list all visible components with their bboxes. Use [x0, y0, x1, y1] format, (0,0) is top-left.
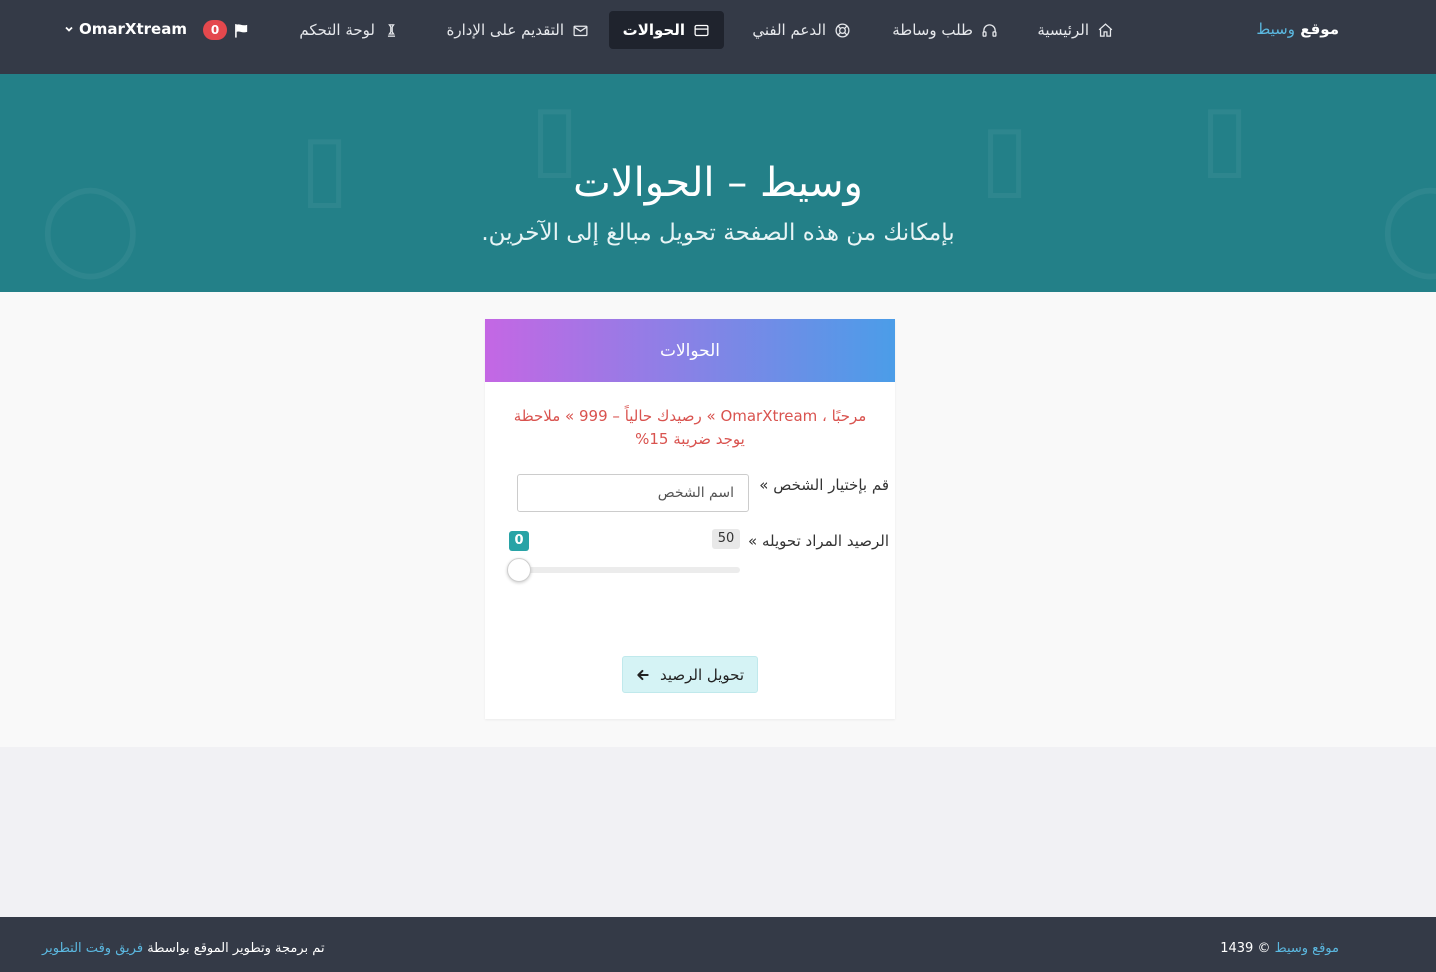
brand-accent: وسيط: [1256, 20, 1295, 38]
card-header: الحوالات: [485, 319, 895, 382]
footer-team-link[interactable]: فريق وقت التطوير: [42, 941, 143, 956]
site-brand[interactable]: موقع وسيط: [1256, 20, 1339, 38]
nav-item-home[interactable]: الرئيسية: [1023, 11, 1128, 49]
person-input[interactable]: [517, 474, 749, 512]
nav-label-mediation: طلب وساطة: [892, 21, 973, 39]
envelope-icon: [573, 25, 588, 36]
footer-copyright: موقع وسيط © 1439: [1220, 941, 1339, 956]
slider-value-badge: 0: [509, 531, 529, 551]
transfer-button-label: تحويل الرصيد: [659, 665, 745, 684]
nav-label-support: الدعم الفني: [752, 21, 826, 39]
nav-label-transfers: الحوالات: [622, 21, 685, 39]
notification-count-badge: 0: [203, 20, 227, 40]
top-navbar: موقع وسيط الرئيسية طلب وساطة الدعم الفني…: [0, 0, 1436, 74]
credit-card-icon: [694, 24, 709, 36]
amount-slider-thumb[interactable]: [507, 558, 531, 582]
hero-banner: ◯ ▯ ▯ ▯ ▯ ◯ وسيط – الحوالات بإمكانك من ه…: [0, 74, 1436, 292]
headset-icon: [982, 23, 997, 37]
person-label: قم بإختيار الشخص »: [759, 476, 889, 494]
chevron-down-icon: [65, 26, 73, 32]
footer-credits-text: تم برمجة وتطوير الموقع بواسطة: [147, 941, 325, 956]
amount-label: الرصيد المراد تحويله »: [748, 532, 889, 550]
transfer-button[interactable]: تحويل الرصيد: [622, 656, 758, 693]
brand-main: موقع: [1300, 20, 1339, 38]
username: OmarXtream: [79, 20, 187, 38]
balance-notice: مرحبًا ، OmarXtream » رصيدك حالياً – 999…: [513, 407, 867, 448]
footer-year: © 1439: [1220, 941, 1271, 956]
home-icon: [1098, 22, 1113, 37]
nav-item-admin-apply[interactable]: التقديم على الإدارة: [432, 11, 603, 49]
slider-max-badge: 50: [712, 529, 740, 549]
nav-label-admin-apply: التقديم على الإدارة: [446, 21, 564, 39]
nav-item-mediation-request[interactable]: طلب وساطة: [878, 11, 1012, 49]
main-content: الحوالات مرحبًا ، OmarXtream » رصيدك حال…: [0, 292, 1436, 747]
page-footer: موقع وسيط © 1439 تم برمجة وتطوير الموقع …: [0, 917, 1436, 972]
notifications[interactable]: 0: [203, 20, 250, 40]
amount-slider-track[interactable]: [509, 567, 740, 573]
page-subtitle: بإمكانك من هذه الصفحة تحويل مبالغ إلى ال…: [481, 220, 955, 246]
nav-label-dashboard: لوحة التحكم: [299, 21, 375, 39]
chess-icon: [387, 23, 396, 37]
flag-icon: [235, 23, 248, 38]
nav-item-dashboard[interactable]: لوحة التحكم: [285, 11, 414, 49]
card-title: الحوالات: [659, 340, 721, 361]
user-menu[interactable]: OmarXtream: [64, 20, 187, 38]
transfer-card: الحوالات مرحبًا ، OmarXtream » رصيدك حال…: [485, 319, 895, 719]
nav-item-transfers[interactable]: الحوالات: [608, 11, 724, 49]
footer-credits: تم برمجة وتطوير الموقع بواسطة فريق وقت ا…: [42, 941, 325, 956]
footer-site-link[interactable]: موقع وسيط: [1275, 941, 1339, 956]
page-title: وسيط – الحوالات: [573, 160, 863, 206]
nav-label-home: الرئيسية: [1037, 21, 1089, 39]
arrow-left-icon: [637, 669, 649, 680]
nav-item-support[interactable]: الدعم الفني: [738, 11, 865, 49]
lifebuoy-icon: [835, 22, 850, 38]
